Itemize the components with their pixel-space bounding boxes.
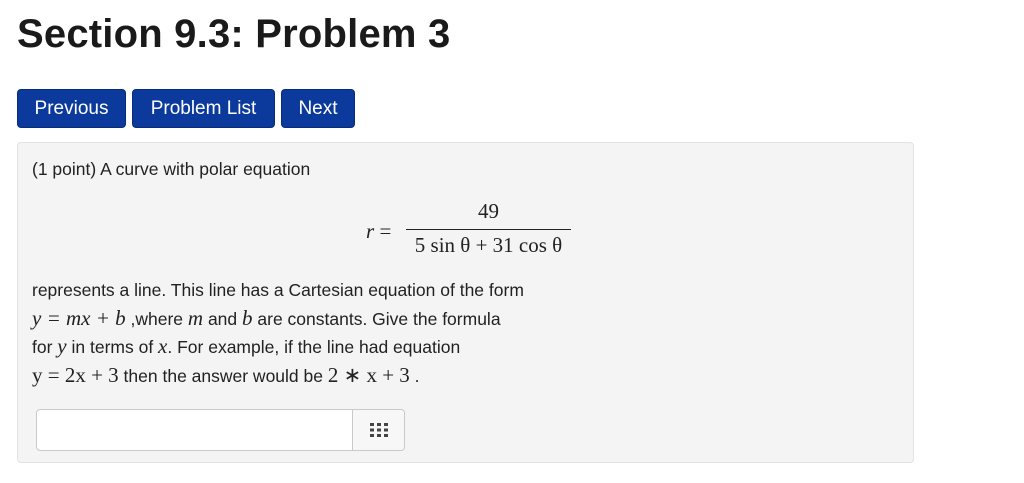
- equation-numerator: 49: [478, 199, 499, 223]
- math-y: y: [57, 334, 67, 358]
- equation-denominator: 5 sin θ + 31 cos θ: [414, 233, 563, 257]
- problem-line-2: y = mx + b ,where m and b are constants.…: [32, 305, 524, 334]
- polar-equation: r = 49 5 sin θ + 31 cos θ: [366, 199, 571, 263]
- text: . For example, if the line had equation: [167, 337, 461, 357]
- text: are constants. Give the formula: [252, 308, 501, 329]
- problem-panel: (1 point) A curve with polar equation r …: [17, 142, 914, 463]
- next-button[interactable]: Next: [281, 89, 355, 128]
- text: in terms of: [66, 337, 159, 357]
- problem-text: represents a line. This line has a Carte…: [32, 277, 524, 390]
- fraction-bar: [406, 229, 571, 230]
- math-keypad-button[interactable]: [352, 410, 404, 450]
- text: and: [203, 308, 243, 329]
- problem-nav: Previous Problem List Next: [17, 89, 355, 128]
- problem-line-4: y = 2x + 3 then the answer would be 2 ∗ …: [32, 362, 524, 391]
- answer-input[interactable]: [37, 410, 352, 450]
- previous-button[interactable]: Previous: [17, 89, 126, 128]
- math-example-equation: y = 2x + 3: [32, 362, 119, 387]
- keypad-grid-icon: [369, 423, 388, 437]
- text: then the answer would be: [118, 365, 328, 386]
- problem-intro: (1 point) A curve with polar equation: [32, 159, 311, 179]
- text: .: [409, 365, 420, 386]
- answer-field: [36, 409, 405, 451]
- math-line-form: y = mx + b: [32, 305, 126, 330]
- problem-list-button[interactable]: Problem List: [132, 89, 275, 128]
- page-title: Section 9.3: Problem 3: [17, 12, 451, 56]
- math-m: m: [187, 305, 204, 330]
- text: for: [32, 337, 58, 357]
- text: ,where: [125, 308, 188, 329]
- problem-line-3: for y in terms of x. For example, if the…: [32, 333, 524, 362]
- math-example-answer: 2 ∗ x + 3: [327, 362, 410, 387]
- math-b: b: [242, 305, 253, 330]
- math-x: x: [158, 334, 168, 358]
- problem-line-1: represents a line. This line has a Carte…: [32, 280, 524, 300]
- equation-lhs: r =: [366, 219, 392, 243]
